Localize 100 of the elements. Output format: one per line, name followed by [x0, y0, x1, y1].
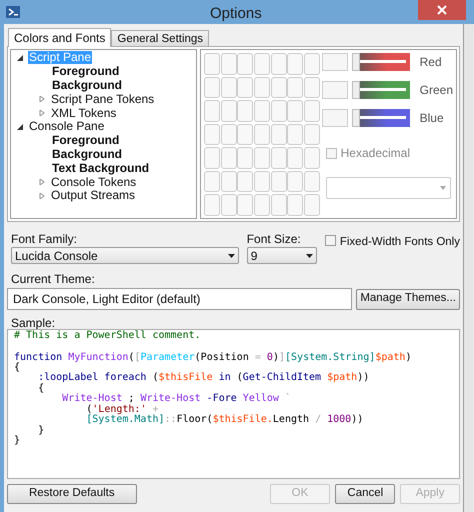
value-field[interactable]	[322, 109, 348, 127]
color-swatch[interactable]	[270, 53, 287, 74]
fixed-width-checkbox[interactable]	[324, 235, 336, 246]
color-swatch[interactable]	[304, 76, 320, 98]
color-swatch[interactable]	[204, 124, 220, 145]
color-swatch[interactable]	[220, 76, 237, 98]
color-swatch[interactable]	[220, 124, 237, 145]
close-button[interactable]	[418, 0, 466, 20]
tab[interactable]: Colors and Fonts	[8, 28, 112, 47]
fixed-width-label: Fixed-Width Fonts Only	[340, 235, 460, 250]
value-field[interactable]	[322, 81, 348, 99]
font-family-label: Font Family:	[11, 231, 78, 246]
color-swatch[interactable]	[254, 100, 270, 122]
slider-thumb[interactable]	[352, 81, 360, 99]
slider-thumb[interactable]	[352, 53, 360, 71]
dialog-button[interactable]: Cancel	[335, 484, 396, 504]
color-swatch[interactable]	[220, 53, 237, 74]
font-family-dropdown[interactable]: Lucida Console	[11, 247, 239, 264]
color-swatch[interactable]	[270, 194, 287, 216]
color-swatch[interactable]	[304, 194, 320, 216]
value-field[interactable]	[322, 53, 348, 71]
color-swatch[interactable]	[270, 170, 287, 192]
collapsed-icon[interactable]	[39, 192, 45, 199]
code-line: }	[14, 436, 22, 446]
color-swatch[interactable]	[220, 194, 237, 216]
collapsed-icon[interactable]	[39, 96, 45, 102]
color-swatch[interactable]	[220, 147, 237, 168]
font-size-label: Font Size:	[246, 231, 302, 246]
tree-item[interactable]: Text Background	[51, 162, 150, 175]
color-swatch[interactable]	[254, 147, 270, 168]
tree-item[interactable]: Foreground	[51, 65, 120, 78]
font-size-dropdown[interactable]: 9	[246, 247, 317, 264]
hexadecimal-label: Hexadecimal	[340, 145, 410, 162]
color-swatch[interactable]	[204, 100, 220, 122]
color-swatch[interactable]	[254, 194, 270, 216]
color-slider[interactable]	[352, 81, 410, 99]
color-swatch[interactable]	[304, 170, 320, 192]
color-swatch[interactable]	[304, 53, 320, 74]
color-swatch[interactable]	[237, 194, 254, 216]
color-swatch[interactable]	[254, 53, 270, 74]
color-swatch[interactable]	[270, 147, 287, 168]
color-swatch[interactable]	[287, 194, 304, 216]
color-swatch[interactable]	[287, 170, 304, 192]
tab[interactable]: General Settings	[111, 30, 210, 46]
color-swatch[interactable]	[204, 53, 220, 74]
color-swatch[interactable]	[287, 147, 304, 168]
color-swatch[interactable]	[204, 147, 220, 168]
current-theme-label: Current Theme:	[11, 271, 96, 286]
color-slider[interactable]	[352, 53, 410, 71]
color-swatch[interactable]	[204, 194, 220, 216]
collapsed-icon[interactable]	[39, 110, 45, 116]
manage-themes-button[interactable]: Manage Themes...	[356, 288, 460, 310]
tree-item[interactable]: XML Tokens	[50, 106, 118, 120]
caret-icon	[306, 254, 313, 258]
tree-item[interactable]: Foreground	[51, 134, 120, 148]
color-dropdown[interactable]	[326, 177, 451, 199]
color-swatch[interactable]	[220, 170, 237, 192]
collapsed-icon[interactable]	[39, 179, 45, 186]
color-swatch[interactable]	[304, 100, 320, 122]
app-icon	[6, 6, 20, 18]
color-swatch[interactable]	[287, 124, 304, 145]
color-swatch[interactable]	[287, 100, 304, 122]
color-swatch[interactable]	[204, 170, 220, 192]
caret-icon	[228, 254, 235, 258]
color-swatch[interactable]	[204, 76, 220, 98]
code-line: Write-Host ; Write-Host -Fore Yellow `	[61, 394, 292, 404]
color-slider[interactable]	[352, 109, 410, 127]
expanded-icon[interactable]	[17, 54, 23, 61]
tree-item[interactable]: Console Tokens	[50, 176, 138, 189]
theme-field[interactable]: Dark Console, Light Editor (default)	[7, 288, 352, 310]
color-swatch[interactable]	[304, 124, 320, 145]
color-swatch[interactable]	[287, 76, 304, 98]
color-swatch[interactable]	[304, 147, 320, 168]
slider-thumb[interactable]	[352, 109, 360, 127]
color-swatch[interactable]	[237, 100, 254, 122]
slider-label: Blue	[420, 110, 444, 127]
color-swatch[interactable]	[237, 76, 254, 98]
color-swatch[interactable]	[270, 124, 287, 145]
color-swatch[interactable]	[237, 124, 254, 145]
tree-item[interactable]: Console Pane	[28, 120, 106, 134]
color-swatch[interactable]	[237, 53, 254, 74]
color-swatch[interactable]	[270, 100, 287, 122]
color-swatch[interactable]	[270, 76, 287, 98]
code-line: function MyFunction([Parameter(Position = 0)][System.String]$path)	[14, 351, 412, 362]
color-swatch[interactable]	[237, 147, 254, 168]
color-swatch[interactable]	[220, 100, 237, 122]
expanded-icon[interactable]	[17, 124, 23, 130]
dialog-button[interactable]: Restore Defaults	[7, 484, 137, 504]
tree-item[interactable]: Background	[51, 78, 124, 92]
color-swatch[interactable]	[287, 53, 304, 74]
color-swatch[interactable]	[237, 170, 254, 192]
code-line: }	[37, 426, 46, 436]
tree-item[interactable]: Script Pane Tokens	[50, 92, 156, 106]
color-swatch[interactable]	[254, 76, 270, 98]
code-line: {	[14, 362, 22, 373]
caret-icon	[440, 186, 446, 190]
tree-item[interactable]: Output Streams	[50, 189, 136, 202]
color-swatch[interactable]	[254, 124, 270, 145]
tree-item[interactable]: Background	[51, 148, 124, 161]
color-swatch[interactable]	[254, 170, 270, 192]
